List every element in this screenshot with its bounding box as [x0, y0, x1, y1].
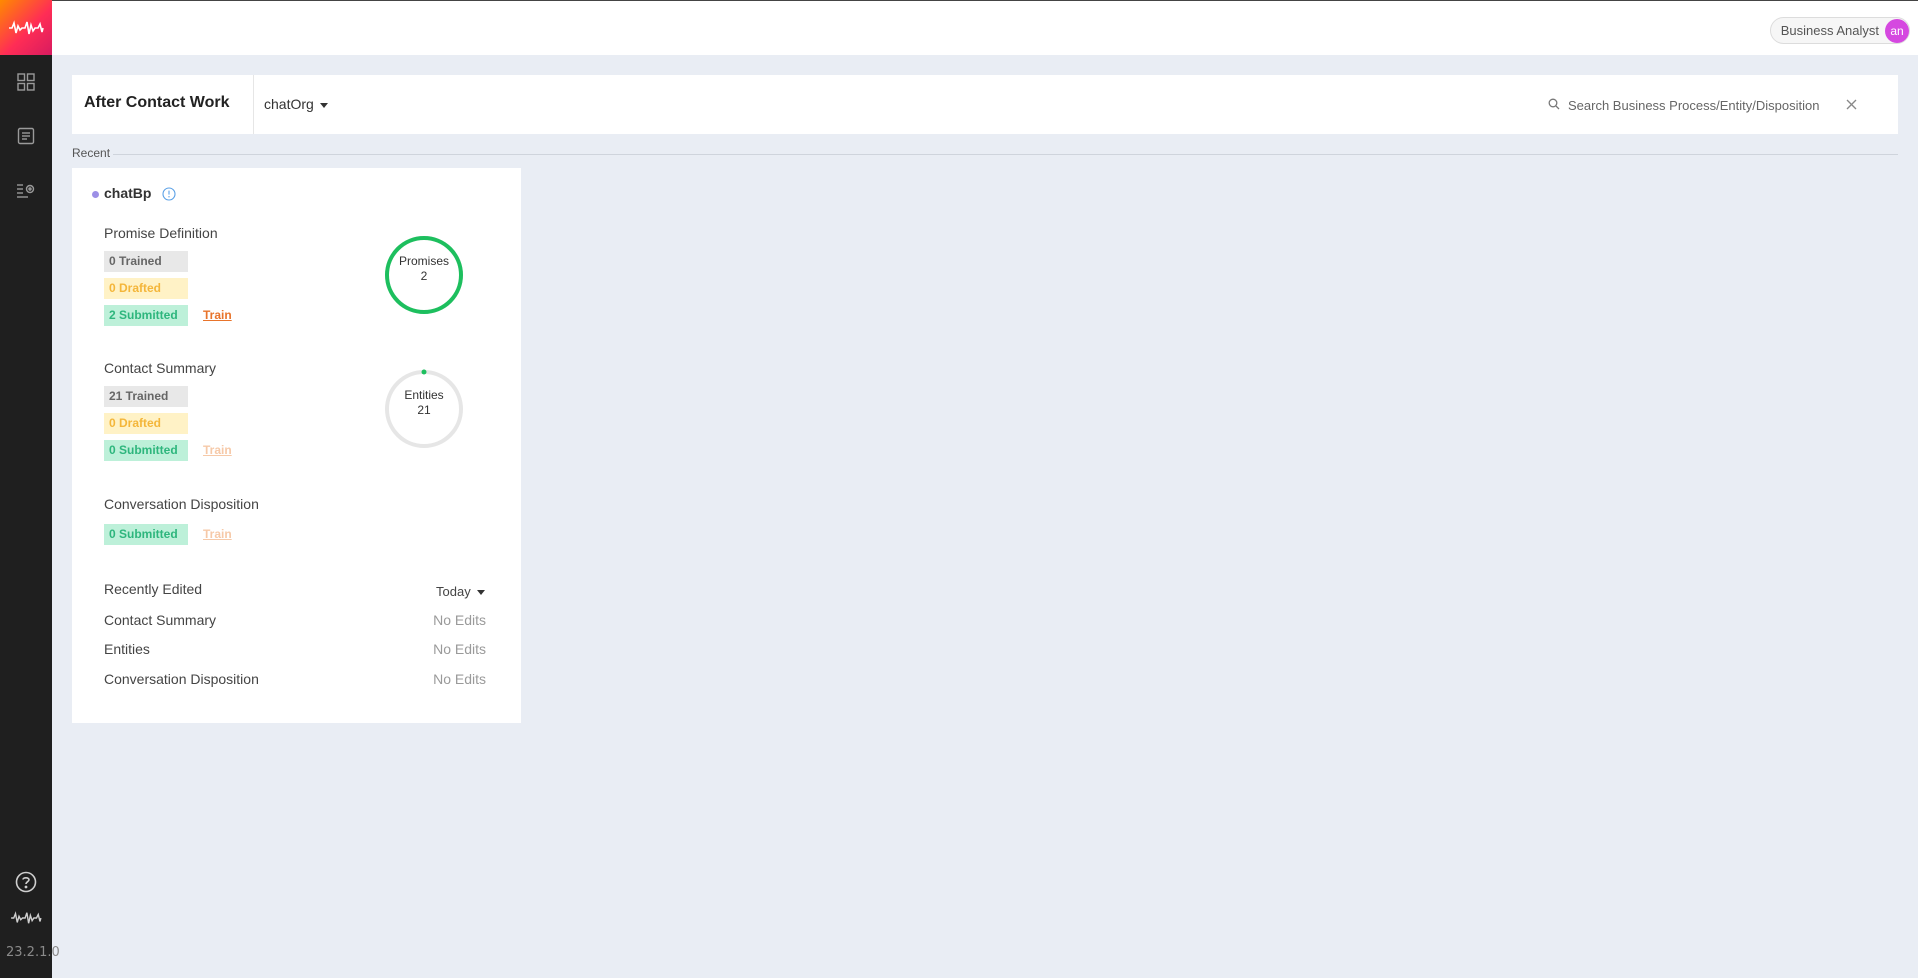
sidebar: 23.2.1.0 [0, 0, 60, 978]
submitted-badge: 2 Submitted [104, 305, 188, 326]
drafted-badge: 0 Drafted [104, 278, 188, 299]
search-icon [1548, 98, 1560, 110]
app-version: 23.2.1.0 [6, 945, 60, 960]
recent-label: Recent [72, 146, 111, 160]
role-label: Business Analyst [1780, 23, 1879, 38]
avatar[interactable]: an [1885, 19, 1909, 43]
promises-ring-value: 2 [420, 269, 428, 283]
trained-badge: 0 Trained [104, 251, 188, 272]
recently-edited-filter-value: Today [436, 584, 471, 599]
business-process-card[interactable]: chatBp Promise Definition 0 Trained 0 Dr… [72, 168, 521, 723]
promise-train-link[interactable]: Train [203, 308, 232, 322]
business-process-name[interactable]: chatBp [104, 185, 151, 201]
trained-badge: 21 Trained [104, 386, 188, 407]
info-icon[interactable] [162, 187, 176, 201]
role-switcher[interactable]: Business Analyst an [1769, 17, 1910, 44]
chevron-down-icon [476, 590, 485, 596]
brand-wave-icon [8, 905, 44, 931]
disposition-train-link[interactable]: Train [203, 527, 232, 541]
drafted-badge: 0 Drafted [104, 413, 188, 434]
recently-edited-row-label: Contact Summary [104, 612, 217, 628]
recently-edited-row-value: No Edits [433, 612, 486, 628]
submitted-badge: 0 Submitted [104, 524, 188, 545]
dashboard-icon[interactable] [13, 69, 39, 95]
recently-edited-title: Recently Edited [104, 581, 203, 597]
entities-ring-text: Entities 21 [383, 388, 465, 418]
conversation-disposition-title: Conversation Disposition [104, 496, 259, 512]
recently-edited-row-value: No Edits [433, 641, 486, 657]
brand-logo-icon[interactable] [0, 0, 52, 55]
entities-ring-label: Entities [404, 388, 444, 402]
top-header: Business Analyst an [52, 0, 1918, 55]
divider [113, 154, 1898, 155]
divider [253, 75, 254, 134]
promise-definition-title: Promise Definition [104, 225, 218, 241]
settings-list-icon[interactable] [13, 177, 39, 203]
chevron-down-icon [319, 102, 328, 108]
help-icon[interactable] [13, 869, 39, 895]
close-icon[interactable] [1845, 98, 1858, 111]
org-dropdown-value: chatOrg [264, 96, 314, 112]
document-icon[interactable] [13, 123, 39, 149]
promises-ring-text: Promises 2 [383, 254, 465, 284]
search-box [1548, 94, 1878, 116]
entities-ring-value: 21 [417, 403, 431, 417]
contact-summary-title: Contact Summary [104, 360, 217, 376]
summary-train-link[interactable]: Train [203, 443, 232, 457]
recently-edited-row-label: Entities [104, 641, 150, 657]
search-input[interactable] [1568, 94, 1838, 116]
page-header: After Contact Work chatOrg [72, 75, 1898, 134]
org-dropdown[interactable]: chatOrg [264, 96, 328, 112]
entities-ring-marker [421, 369, 427, 375]
status-dot [92, 191, 99, 198]
page-title: After Contact Work [84, 94, 230, 111]
submitted-badge: 0 Submitted [104, 440, 188, 461]
recently-edited-row-label: Conversation Disposition [104, 671, 259, 687]
recently-edited-filter[interactable]: Today [436, 584, 485, 599]
promises-ring-label: Promises [398, 254, 449, 268]
recently-edited-row-value: No Edits [433, 671, 486, 687]
